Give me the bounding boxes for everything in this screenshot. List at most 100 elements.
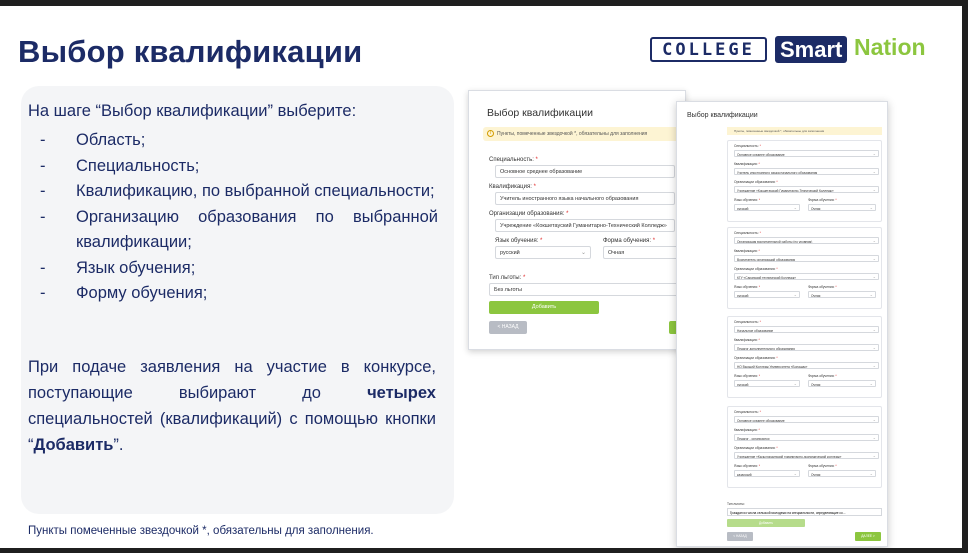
chevron-down-icon: ⌄ [872, 363, 876, 368]
study-form-select[interactable]: Очная ⌄ [808, 470, 876, 477]
organization-select[interactable]: Учреждение «Кызылординский гуманитарно-э… [734, 452, 879, 459]
specialty-select[interactable]: Основное среднее образование ⌄ [734, 416, 879, 423]
slide: Выбор квалификации COLLEGE Smart Nation … [0, 0, 962, 548]
chevron-down-icon: ⌄ [869, 292, 873, 297]
field-label: Квалификация: * [734, 162, 760, 166]
field-label: Организации образования: * [734, 356, 778, 360]
field-label: Квалификация: * [734, 249, 760, 253]
specialty-select[interactable]: Начальное образование ⌄ [734, 326, 879, 333]
page-title: Выбор квалификации [18, 34, 363, 69]
selection-note: При подаче заявления на участие в конкур… [28, 354, 436, 458]
organization-select[interactable]: Учреждение «Кокшетауский Гуманитарно-Тех… [495, 219, 675, 232]
benefit-select[interactable]: Без льготы [489, 283, 685, 296]
nation-logo: Nation [854, 34, 926, 60]
field-label: Организации образования: * [734, 446, 778, 450]
field-label: Специальность: * [734, 144, 761, 148]
language-select[interactable]: русский ⌄ [734, 204, 800, 211]
step-item: - Квалификацию, по выбранной специальност… [40, 179, 438, 205]
field-label: Специальность: * [734, 231, 761, 235]
chevron-down-icon: ⌄ [793, 471, 797, 476]
language-select[interactable]: русский ⌄ [734, 380, 800, 387]
qualification-select[interactable]: Учитель иностранного языка начального об… [495, 192, 675, 205]
field-label: Квалификация: * [489, 184, 536, 190]
study-form-select[interactable]: Очная [603, 246, 683, 259]
field-label: Организации образования: * [734, 180, 778, 184]
bullet-dash: - [40, 156, 46, 175]
chevron-down-icon: ⌄ [869, 471, 873, 476]
chevron-down-icon: ⌄ [872, 345, 876, 350]
form-screenshot-small: Выбор квалификации i Пункты, помеченные з… [468, 90, 686, 350]
field-label: Язык обучения: * [734, 374, 761, 378]
specialty-select[interactable]: Основное среднее образование ⌄ [734, 150, 879, 157]
study-form-select[interactable]: Очная ⌄ [808, 380, 876, 387]
qualification-select[interactable]: Воспитатель организаций образования ⌄ [734, 255, 879, 262]
bullet-dash: - [40, 258, 46, 277]
frame-edge [0, 548, 968, 553]
language-select[interactable]: русский ⌄ [495, 246, 591, 259]
chevron-down-icon: ⌄ [872, 238, 876, 243]
qualification-select[interactable]: Учитель иностранного языка начального об… [734, 168, 879, 175]
language-select[interactable]: казахский ⌄ [734, 470, 800, 477]
field-label: Квалификация: * [734, 428, 760, 432]
chevron-down-icon: ⌄ [872, 274, 876, 279]
language-select[interactable]: русский ⌄ [734, 291, 800, 298]
back-button[interactable]: < НАЗАД [489, 321, 527, 334]
chevron-down-icon: ⌄ [793, 205, 797, 210]
benefit-select[interactable]: Граждан из числа сельской молодежи на сп… [727, 508, 882, 516]
step-item: - Специальность; [40, 154, 438, 180]
chevron-down-icon: ⌄ [872, 187, 876, 192]
smart-logo: Smart [775, 36, 848, 63]
college-logo: COLLEGE [650, 37, 767, 62]
add-button[interactable]: Добавить [489, 301, 599, 314]
next-button[interactable]: ДАЛЕЕ > [855, 532, 881, 541]
chevron-down-icon: ⌄ [872, 417, 876, 422]
field-label: Язык обучения: * [495, 238, 543, 244]
bullet-dash: - [40, 131, 46, 149]
chevron-down-icon: ⌄ [793, 292, 797, 297]
chevron-down-icon: ⌄ [869, 381, 873, 386]
field-label: Специальность: * [734, 410, 761, 414]
study-form-select[interactable]: Очная ⌄ [808, 204, 876, 211]
field-label: Организации образования: * [734, 267, 778, 271]
note-emphasis: Добавить [33, 436, 114, 454]
field-label: Квалификация: * [734, 338, 760, 342]
back-button[interactable]: < НАЗАД [727, 532, 753, 541]
instructions-intro: На шаге “Выбор квалификации” выберите: [28, 102, 357, 120]
form-title: Выбор квалификации [687, 112, 758, 119]
organization-select[interactable]: НО Высший Колледж Университета «Болашак»… [734, 362, 879, 369]
field-label: Язык обучения: * [734, 198, 761, 202]
specialty-select[interactable]: Организация воспитательной работы (по ур… [734, 237, 879, 244]
field-label: Организации образования: * [489, 211, 569, 217]
qualification-select[interactable]: Педагог дополнительного образования ⌄ [734, 344, 879, 351]
warning-banner: Пункты, помеченные звездочкой *, обязате… [727, 127, 882, 135]
add-button[interactable]: Добавить [727, 519, 805, 527]
step-text: Форму обучения; [76, 284, 208, 302]
step-text: Язык обучения; [76, 258, 196, 277]
field-label: Форма обучения: * [808, 198, 837, 202]
step-text: Организацию образования по выбранной ква… [76, 207, 438, 252]
field-label: Форма обучения: * [603, 238, 656, 244]
bullet-dash: - [40, 182, 46, 200]
field-label: Специальность: * [489, 157, 538, 163]
chevron-down-icon: ⌄ [872, 151, 876, 156]
field-label: Форма обучения: * [808, 285, 837, 289]
organization-select[interactable]: Учреждение «Кокшетауский Гуманитарно-Тех… [734, 186, 879, 193]
warning-text: Пункты, помеченные звездочкой *, обязате… [497, 131, 648, 137]
bullet-dash: - [40, 284, 46, 302]
footnote: Пункты помеченные звездочкой *, обязател… [28, 525, 374, 537]
form-screenshot-large: Выбор квалификации Пункты, помеченные зв… [676, 101, 888, 547]
step-item: - Область; [40, 128, 438, 154]
qualification-select[interactable]: Педагог - организатор ⌄ [734, 434, 879, 441]
chevron-down-icon: ⌄ [872, 435, 876, 440]
frame-edge [962, 0, 968, 553]
info-icon: i [487, 130, 494, 137]
organization-select[interactable]: КГУ «Саранский технический Колледж» ⌄ [734, 273, 879, 280]
step-item: - Форму обучения; [40, 281, 438, 307]
study-form-select[interactable]: Очная ⌄ [808, 291, 876, 298]
steps-list: - Область; - Специальность; - Квалификацию,… [40, 128, 438, 307]
field-label: Тип льготы: [727, 502, 745, 506]
field-label: Язык обучения: * [734, 285, 761, 289]
warning-banner: i Пункты, помеченные звездочкой *, обязат… [483, 127, 685, 141]
specialty-select[interactable]: Основное среднее образование [495, 165, 675, 178]
chevron-down-icon: ⌄ [793, 381, 797, 386]
